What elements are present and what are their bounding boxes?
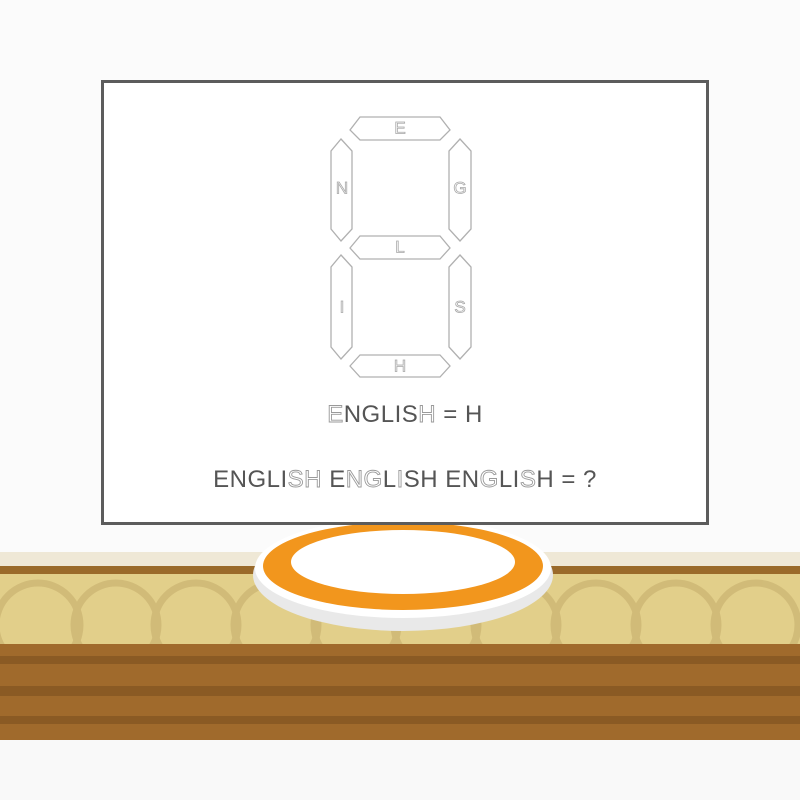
highlighted-letter: G <box>479 466 499 494</box>
letter: H <box>536 466 555 493</box>
letter: S <box>401 401 419 428</box>
equation-2-rest: = ? <box>554 466 597 493</box>
segment-lower-left-label: I <box>340 297 345 316</box>
letter: G <box>247 466 267 493</box>
equation-1: ENGLISH = H <box>104 401 706 429</box>
letter: N <box>343 401 362 428</box>
highlighted-letter: N <box>345 466 364 494</box>
letter: E <box>213 466 230 493</box>
letter: S <box>403 466 421 493</box>
highlighted-letter: E <box>327 401 344 429</box>
letter: E <box>445 466 462 493</box>
letter: G <box>361 401 381 428</box>
floor <box>0 740 800 800</box>
letter: L <box>498 466 513 493</box>
highlighted-letter: G <box>363 466 383 494</box>
seven-segment-display: E N G L I S H <box>330 116 472 378</box>
segment-top-label: E <box>394 118 405 137</box>
equation-1-english: ENGLISH <box>327 401 437 429</box>
equation-2-english-1: ENGLISH <box>213 466 323 494</box>
letter: I <box>394 401 402 428</box>
puzzle-board: E N G L I S H ENGLISH = H ENGLISH ENGLIS… <box>101 80 709 525</box>
letter: L <box>266 466 281 493</box>
equation-2-english-3: ENGLISH <box>445 466 555 494</box>
letter: L <box>380 401 395 428</box>
letter: I <box>280 466 288 493</box>
equation-2-words: ENGLISH ENGLISH ENGLISH <box>213 466 555 494</box>
equation-2: ENGLISH ENGLISH ENGLISH = ? <box>104 466 706 494</box>
highlighted-letter: H <box>304 466 323 494</box>
segment-middle-label: L <box>395 237 404 256</box>
highlighted-letter: I <box>396 466 404 494</box>
letter: I <box>512 466 520 493</box>
highlighted-letter: S <box>519 466 537 494</box>
equation-1-word: ENGLISH <box>327 401 437 429</box>
letter: H <box>420 466 439 493</box>
segment-bottom-label: H <box>394 356 406 375</box>
highlighted-letter: S <box>287 466 305 494</box>
segment-upper-right-label: G <box>453 178 466 197</box>
scene: E N G L I S H ENGLISH = H ENGLISH ENGLIS… <box>0 0 800 800</box>
segment-lower-right-label: S <box>454 297 465 316</box>
letter: N <box>229 466 248 493</box>
equation-1-rest: = H <box>436 401 483 428</box>
highlighted-letter: H <box>418 401 437 429</box>
equation-2-english-2: ENGLISH <box>329 466 439 494</box>
letter: N <box>461 466 480 493</box>
letter: L <box>382 466 397 493</box>
plate <box>253 518 553 631</box>
segment-upper-left-label: N <box>336 178 348 197</box>
letter: E <box>329 466 346 493</box>
